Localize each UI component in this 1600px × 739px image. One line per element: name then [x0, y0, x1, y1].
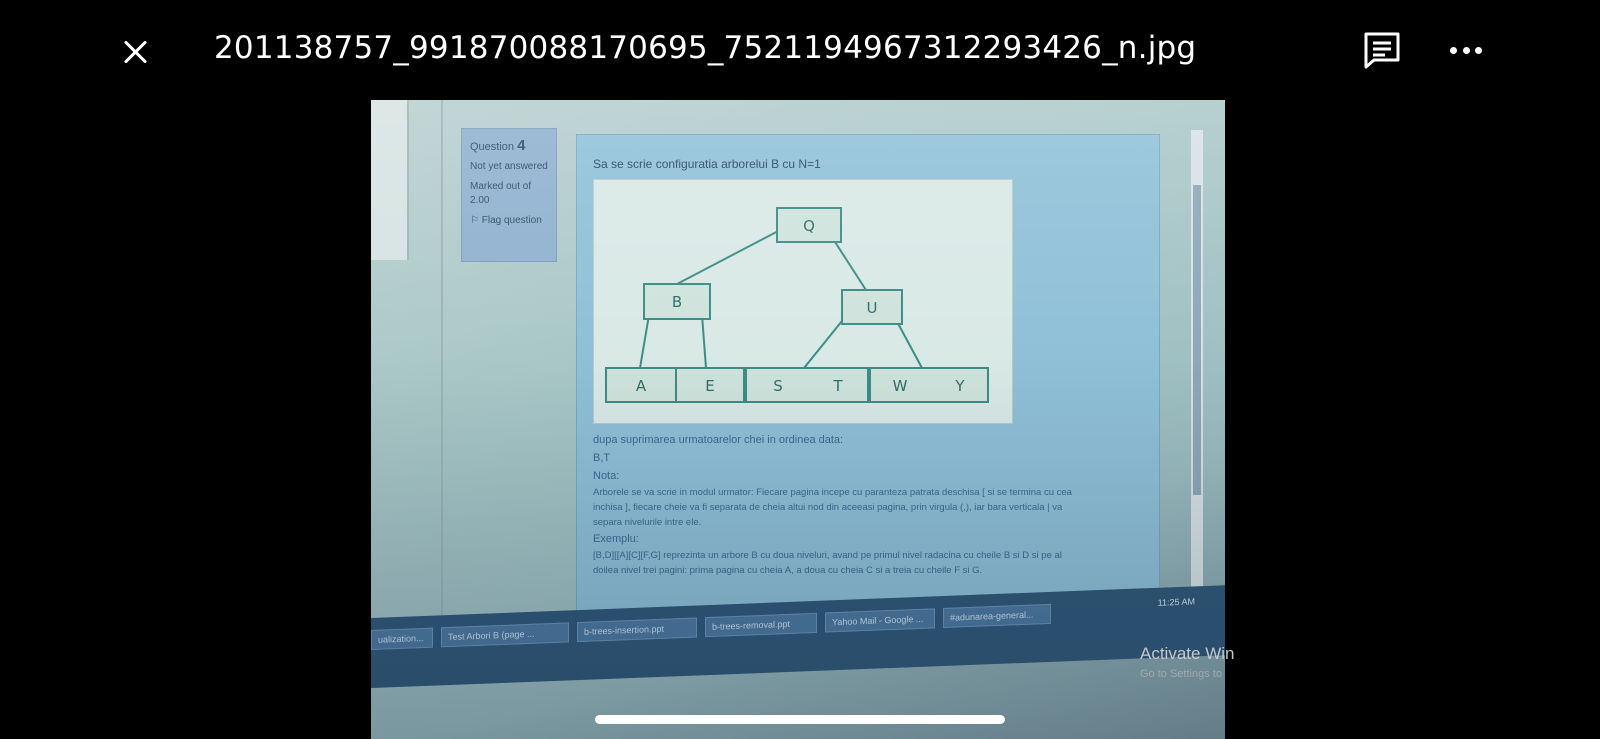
question-number: Question 4	[470, 137, 526, 154]
taskbar-clock: 11:25 AM	[1157, 596, 1195, 608]
activate-windows-watermark: Activate Win Go to Settings to	[1140, 644, 1234, 680]
tree-key-e: E	[705, 377, 714, 395]
taskbar-item[interactable]: Test Arbori B (page ...	[441, 622, 569, 648]
taskbar-item[interactable]: b-trees-insertion.ppt	[577, 617, 697, 643]
tree-key-y: Y	[954, 377, 965, 395]
viewer-top-bar: 201138757_991870088170695_75211949673122…	[0, 0, 1600, 100]
example-label: Exemplu:	[593, 533, 639, 545]
taskbar-item[interactable]: ualization...	[371, 627, 433, 650]
example-text-1: [B,D][[A][C][F,G] reprezinta un arbore B…	[593, 550, 1062, 561]
question-info-box: Question 4 Not yet answered Marked out o…	[461, 128, 557, 262]
more-horizontal-icon[interactable]	[1446, 36, 1486, 64]
keys-to-delete: B,T	[593, 452, 611, 464]
tree-key-t: T	[832, 377, 843, 395]
nota-text-2: inchisa ], fiecare cheie va fi separata …	[593, 502, 1063, 513]
left-panel	[371, 100, 409, 260]
file-name-title: 201138757_991870088170695_75211949673122…	[214, 30, 1197, 66]
taskbar-item[interactable]: #adunarea-general...	[943, 603, 1051, 629]
tree-leaf-st	[745, 367, 869, 403]
left-rail	[441, 100, 443, 645]
tree-key-b: B	[672, 293, 682, 311]
tree-key-a: A	[636, 377, 647, 395]
question-marks: Marked out of 2.00	[470, 181, 532, 206]
activate-title: Activate Win	[1140, 644, 1235, 663]
nota-text-1: Arborele se va scrie in modul urmator: F…	[593, 487, 1072, 498]
tree-leaf-wy	[869, 367, 989, 403]
photo-view: Question 4 Not yet answered Marked out o…	[371, 100, 1225, 739]
nota-label: Nota:	[593, 470, 620, 482]
question-prompt: Sa se scrie configuratia arborelui B cu …	[593, 157, 821, 171]
question-instructions: dupa suprimarea urmatoarelor chei in ord…	[593, 431, 1138, 578]
tree-key-u: U	[867, 299, 878, 317]
flag-question-link[interactable]: ⚐ Flag question	[470, 214, 548, 228]
close-icon[interactable]	[112, 28, 160, 76]
activate-subtitle: Go to Settings to	[1140, 668, 1222, 680]
nota-text-3: separa nivelurile intre ele.	[593, 517, 702, 528]
tree-key-w: W	[893, 377, 908, 395]
btree-diagram: Q B U A E S T W Y	[593, 179, 1013, 424]
question-status: Not yet answered	[470, 161, 548, 172]
taskbar-item[interactable]: Yahoo Mail - Google ...	[825, 608, 935, 633]
comment-icon[interactable]	[1362, 30, 1402, 70]
windows-taskbar: ualization... Test Arbori B (page ... b-…	[371, 585, 1225, 688]
question-content: Sa se scrie configuratia arborelui B cu …	[576, 134, 1160, 654]
tree-key-q: Q	[803, 217, 815, 235]
example-text-2: doilea nivel trei pagini: prima pagina c…	[593, 565, 983, 576]
after-deletion-text: dupa suprimarea urmatoarelor chei in ord…	[593, 434, 844, 446]
home-indicator[interactable]	[595, 715, 1005, 724]
taskbar-item[interactable]: b-trees-removal.ppt	[705, 612, 817, 638]
tree-key-s: S	[773, 377, 783, 395]
page-scrollbar-thumb[interactable]	[1193, 185, 1201, 495]
